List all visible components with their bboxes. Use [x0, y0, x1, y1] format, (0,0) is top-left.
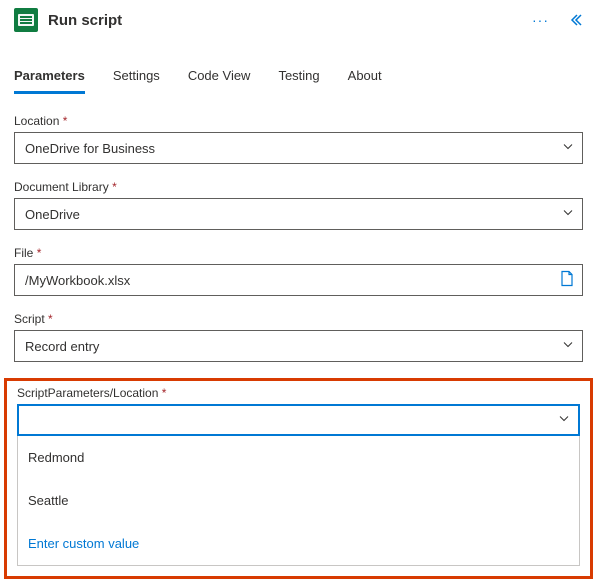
- collapse-icon[interactable]: [567, 12, 583, 28]
- doclib-label: Document Library *: [14, 180, 583, 194]
- doclib-value: OneDrive: [25, 207, 80, 222]
- tab-bar: Parameters Settings Code View Testing Ab…: [0, 54, 597, 94]
- param-location-select[interactable]: [17, 404, 580, 436]
- field-script: Script * Record entry: [14, 312, 583, 362]
- script-value: Record entry: [25, 339, 99, 354]
- header: Run script ···: [0, 0, 597, 42]
- tab-about[interactable]: About: [348, 68, 382, 94]
- file-label-text: File: [14, 246, 33, 260]
- required-marker: *: [48, 312, 53, 326]
- required-marker: *: [63, 114, 68, 128]
- header-actions: ···: [532, 12, 583, 28]
- chevron-down-icon: [562, 207, 574, 222]
- file-value: /MyWorkbook.xlsx: [25, 273, 130, 288]
- script-label-text: Script: [14, 312, 45, 326]
- tab-code-view[interactable]: Code View: [188, 68, 251, 94]
- doclib-label-text: Document Library: [14, 180, 109, 194]
- field-document-library: Document Library * OneDrive: [14, 180, 583, 230]
- required-marker: *: [162, 386, 167, 400]
- param-location-label-text: ScriptParameters/Location: [17, 386, 158, 400]
- parameters-form: Location * OneDrive for Business Documen…: [0, 94, 597, 362]
- file-input[interactable]: /MyWorkbook.xlsx: [14, 264, 583, 296]
- chevron-down-icon: [558, 413, 570, 428]
- field-location: Location * OneDrive for Business: [14, 114, 583, 164]
- location-select[interactable]: OneDrive for Business: [14, 132, 583, 164]
- file-picker-icon[interactable]: [560, 271, 574, 290]
- dropdown-option-seattle[interactable]: Seattle: [18, 479, 579, 522]
- required-marker: *: [112, 180, 117, 194]
- chevron-down-icon: [562, 339, 574, 354]
- tab-settings[interactable]: Settings: [113, 68, 160, 94]
- document-library-select[interactable]: OneDrive: [14, 198, 583, 230]
- location-label-text: Location: [14, 114, 59, 128]
- param-location-dropdown: Redmond Seattle Enter custom value: [17, 436, 580, 566]
- tab-testing[interactable]: Testing: [278, 68, 319, 94]
- more-menu-icon[interactable]: ···: [532, 12, 549, 28]
- required-marker: *: [37, 246, 42, 260]
- file-label: File *: [14, 246, 583, 260]
- param-location-label: ScriptParameters/Location *: [17, 386, 580, 400]
- script-select[interactable]: Record entry: [14, 330, 583, 362]
- excel-script-icon: [14, 8, 38, 32]
- script-label: Script *: [14, 312, 583, 326]
- script-parameters-block: ScriptParameters/Location * Redmond Seat…: [4, 378, 593, 579]
- location-label: Location *: [14, 114, 583, 128]
- dropdown-option-custom[interactable]: Enter custom value: [18, 522, 579, 565]
- dropdown-option-redmond[interactable]: Redmond: [18, 436, 579, 479]
- location-value: OneDrive for Business: [25, 141, 155, 156]
- page-title: Run script: [48, 12, 522, 29]
- chevron-down-icon: [562, 141, 574, 156]
- field-file: File * /MyWorkbook.xlsx: [14, 246, 583, 296]
- tab-parameters[interactable]: Parameters: [14, 68, 85, 94]
